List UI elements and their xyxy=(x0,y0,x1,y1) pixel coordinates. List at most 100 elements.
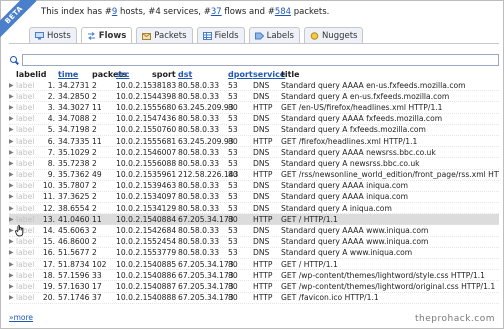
expand-arrow-icon[interactable]: ▶ xyxy=(9,171,16,178)
table-row[interactable]: ▶ label 19. 57.1630 17 10.0.2.15 40887 67.205.3… xyxy=(9,281,499,293)
table-row[interactable]: ▶ label 4. 34.7088 2 10.0.2.15 47436 80.58.0.33… xyxy=(9,114,499,125)
expand-arrow-icon[interactable]: ▶ xyxy=(9,115,16,122)
row-label[interactable]: label xyxy=(16,282,38,291)
table-row[interactable]: ▶ label 10. 35.7807 2 10.0.2.15 39463 80.58.0.3… xyxy=(9,181,499,192)
table-row[interactable]: ▶ label 2. 34.2850 2 10.0.2.15 44398 80.58.0.33… xyxy=(9,91,499,103)
row-label[interactable]: label xyxy=(16,181,38,190)
row-id: 11. xyxy=(42,192,55,202)
row-label[interactable]: label xyxy=(16,81,38,90)
table-row[interactable]: ▶ label 12. 38.6554 2 10.0.2.15 34129 80.58.0.3… xyxy=(9,203,499,215)
row-label[interactable]: label xyxy=(16,204,38,213)
row-label[interactable]: label xyxy=(16,170,38,179)
row-packets: 102 xyxy=(92,259,107,269)
summary-prefix: This index has # xyxy=(41,7,112,17)
row-label[interactable]: label xyxy=(16,125,38,134)
row-service: DNS xyxy=(253,91,270,101)
nuggets-icon xyxy=(310,31,319,40)
expand-arrow-icon[interactable]: ▶ xyxy=(9,205,16,212)
table-row[interactable]: ▶ label 17. 51.8734 102 10.0.2.15 40885 67.205.… xyxy=(9,259,499,271)
expand-arrow-icon[interactable]: ▶ xyxy=(9,216,16,223)
search-input[interactable] xyxy=(22,54,499,66)
row-label[interactable]: label xyxy=(16,114,38,123)
expand-arrow-icon[interactable]: ▶ xyxy=(9,104,16,111)
table-row[interactable]: ▶ label 6. 34.7335 11 10.0.2.15 55681 63.245.20… xyxy=(9,136,499,148)
expand-arrow-icon[interactable]: ▶ xyxy=(9,149,16,156)
header-time[interactable]: time xyxy=(58,70,92,79)
row-dst: 80.58.0.33 xyxy=(178,248,220,258)
table-row[interactable]: ▶ label 15. 46.8600 2 10.0.2.15 52454 80.58.0.3… xyxy=(9,237,499,248)
packets-count-link[interactable]: 584 xyxy=(275,7,291,17)
table-row[interactable]: ▶ label 14. 45.6063 2 10.0.2.15 42684 80.58.0.3… xyxy=(9,225,499,237)
row-src: 10.0.2.15 xyxy=(116,181,153,191)
tab-labels[interactable]: Labels xyxy=(248,27,300,43)
expand-arrow-icon[interactable]: ▶ xyxy=(9,138,16,145)
row-label[interactable]: label xyxy=(16,92,38,101)
tab-hosts[interactable]: Hosts xyxy=(29,27,77,43)
tab-fields[interactable]: Fields xyxy=(196,27,245,43)
expand-arrow-icon[interactable]: ▶ xyxy=(9,193,16,200)
expand-arrow-icon[interactable]: ▶ xyxy=(9,294,16,301)
expand-arrow-icon[interactable]: ▶ xyxy=(9,182,16,189)
header-dst[interactable]: dst xyxy=(178,70,228,79)
table-row[interactable]: ▶ label 1. 34.2731 2 10.0.2.15 38183 80.58.0.33… xyxy=(9,80,499,92)
row-time: 34.2731 xyxy=(58,80,90,90)
header-service[interactable]: service xyxy=(253,70,285,79)
row-time: 57.1746 xyxy=(58,293,90,303)
row-label[interactable]: label xyxy=(16,148,38,157)
row-label[interactable]: label xyxy=(16,192,38,201)
table-row[interactable]: ▶ label 7. 35.1029 2 10.0.2.15 46007 80.58.0.33… xyxy=(9,147,499,159)
row-label[interactable]: label xyxy=(16,159,38,168)
row-label[interactable]: label xyxy=(16,293,38,302)
more-link[interactable]: »more xyxy=(9,313,33,322)
row-dst: 80.58.0.33 xyxy=(178,226,220,236)
row-title: Standard query A fxfeeds.mozilla.com xyxy=(281,125,426,135)
row-service: DNS xyxy=(253,147,270,157)
expand-arrow-icon[interactable]: ▶ xyxy=(9,272,16,279)
row-sport: 34129 xyxy=(152,203,177,213)
hosts-icon xyxy=(35,31,44,39)
table-row[interactable]: ▶ label 8. 35.7238 2 10.0.2.15 56088 80.58.0.33… xyxy=(9,158,499,170)
row-id: 9. xyxy=(47,170,55,180)
expand-arrow-icon[interactable]: ▶ xyxy=(9,126,16,133)
expand-arrow-icon[interactable]: ▶ xyxy=(9,93,16,100)
table-row[interactable]: ▶ label 18. 57.1596 33 10.0.2.15 40886 67.205.3… xyxy=(9,270,499,282)
row-service: DNS xyxy=(253,192,270,202)
expand-arrow-icon[interactable]: ▶ xyxy=(9,160,16,167)
row-label[interactable]: label xyxy=(16,271,38,280)
row-title: Standard query AAAA www.iniqua.com xyxy=(281,237,429,247)
expand-arrow-icon[interactable]: ▶ xyxy=(9,283,16,290)
expand-arrow-icon[interactable]: ▶ xyxy=(9,82,16,89)
table-row[interactable]: ▶ label 16. 51.5677 2 10.0.2.15 53779 80.58.0.3… xyxy=(9,248,499,259)
row-packets: 2 xyxy=(92,226,97,236)
row-label[interactable]: label xyxy=(16,260,38,269)
table-row[interactable]: ▶ label 11. 37.3625 2 10.0.2.15 34097 80.58.0.3… xyxy=(9,192,499,204)
table-row[interactable]: ▶ label 3. 34.3027 11 10.0.2.15 55680 63.245.20… xyxy=(9,102,499,114)
row-label[interactable]: label xyxy=(16,215,38,224)
flows-count-link[interactable]: 37 xyxy=(211,7,222,17)
table-row[interactable]: ▶ label 9. 35.7362 49 10.0.2.15 35961 212.58.22… xyxy=(9,170,499,181)
tab-nuggets[interactable]: Nuggets xyxy=(303,27,364,43)
tab-packets[interactable]: Packets xyxy=(136,27,193,43)
row-dst: 63.245.209.93 xyxy=(178,102,234,112)
row-title: Standard query AAAA fxfeeds.mozilla.com xyxy=(281,114,443,124)
row-label[interactable]: label xyxy=(16,103,38,112)
row-label[interactable]: label xyxy=(16,248,38,257)
table-row[interactable]: ▶ label 13. 41.0460 11 10.0.2.15 40884 67.205.3… xyxy=(9,214,499,226)
row-dport: 53 xyxy=(228,114,238,124)
hand-cursor-icon xyxy=(15,225,24,237)
table-row[interactable]: ▶ label 20. 57.1746 37 10.0.2.15 40888 67.205.3… xyxy=(9,293,499,304)
expand-arrow-icon[interactable]: ▶ xyxy=(9,249,16,256)
table-row[interactable]: ▶ label 5. 34.7198 2 10.0.2.15 50760 80.58.0.33… xyxy=(9,125,499,136)
row-label[interactable]: label xyxy=(16,237,38,246)
row-label[interactable]: label xyxy=(16,137,38,146)
row-sport: 35961 xyxy=(152,170,177,180)
expand-arrow-icon[interactable]: ▶ xyxy=(9,261,16,268)
row-dport: 53 xyxy=(228,181,238,191)
expand-arrow-icon[interactable]: ▶ xyxy=(9,238,16,245)
header-dport[interactable]: dport xyxy=(228,70,253,79)
tab-nuggets-label: Nuggets xyxy=(321,30,358,41)
row-dport: 80 xyxy=(228,170,238,180)
header-src[interactable]: src xyxy=(116,70,152,79)
tab-flows[interactable]: Flows xyxy=(80,27,133,44)
row-title: Standard query AAAA www.iniqua.com xyxy=(281,226,429,236)
